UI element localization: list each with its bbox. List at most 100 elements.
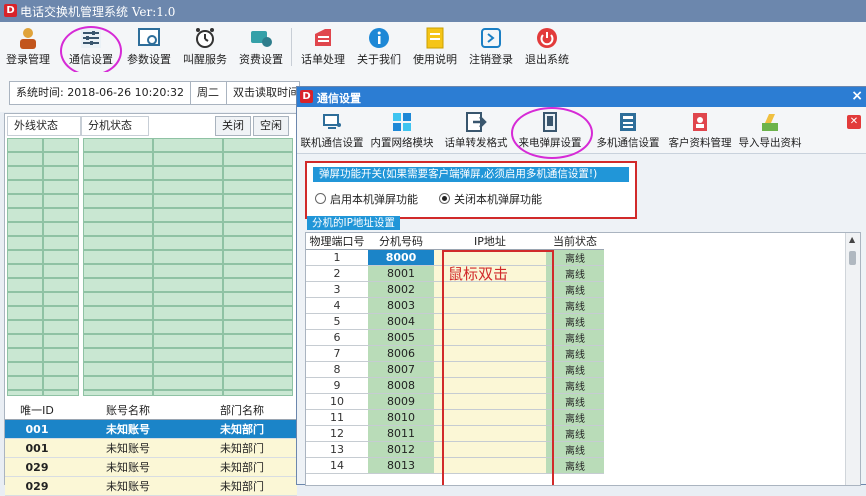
table-row[interactable]: 10 8009 离线 <box>306 393 604 410</box>
online-comm-button[interactable]: 联机通信设置 <box>299 110 365 152</box>
grid-cell <box>224 363 292 375</box>
dialog-toolbar-close-icon[interactable]: ✕ <box>847 115 861 129</box>
logout-label: 注销登录 <box>469 53 513 66</box>
table-row[interactable]: 001 未知账号 未知部门 <box>5 419 297 439</box>
port-cell: 7 <box>306 345 368 362</box>
logout-icon <box>481 28 501 48</box>
grid-cell <box>84 321 152 333</box>
ip-address-cell[interactable] <box>434 345 546 362</box>
grid-cell <box>224 293 292 305</box>
grid-cell <box>224 307 292 319</box>
user-manual-label: 使用说明 <box>413 53 457 66</box>
dialog-close-button[interactable]: × <box>851 88 863 104</box>
incoming-popup-button[interactable]: 来电弹屏设置 <box>515 110 585 152</box>
account-cell: 未知账号 <box>69 438 187 458</box>
left-panel: 外线状态 分机状态 关闭 空闲 唯一ID 账号名称 部门名称 001 未知账号 … <box>4 113 298 496</box>
disable-popup-label: 关闭本机弹屏功能 <box>454 193 542 206</box>
fee-settings-button[interactable]: 资费设置 <box>234 24 288 70</box>
status-cell: 离线 <box>546 249 604 266</box>
ip-address-cell[interactable] <box>434 361 546 378</box>
table-row[interactable]: 9 8008 离线 <box>306 377 604 394</box>
grid-cell <box>44 139 78 151</box>
ip-address-cell[interactable] <box>434 393 546 410</box>
ip-address-cell[interactable] <box>434 377 546 394</box>
settings-window-icon <box>138 28 160 46</box>
extension-cell: 8004 <box>368 313 434 330</box>
grid-cell <box>154 307 222 319</box>
toolbar-divider <box>291 28 292 66</box>
table-row[interactable]: 6 8005 离线 <box>306 329 604 346</box>
ip-address-cell[interactable] <box>434 441 546 458</box>
ip-address-cell[interactable] <box>434 425 546 442</box>
client-data-label: 客户资料管理 <box>668 137 732 149</box>
idle-button[interactable]: 空闲 <box>253 116 289 136</box>
client-data-button[interactable]: 客户资料管理 <box>667 110 733 152</box>
import-export-label: 导入导出资料 <box>738 137 802 149</box>
login-manage-button[interactable]: 登录管理 <box>2 24 54 70</box>
table-row[interactable]: 11 8010 离线 <box>306 409 604 426</box>
grid-cell <box>8 321 42 333</box>
ip-address-cell[interactable] <box>434 297 546 314</box>
scrollbar[interactable]: ▲ <box>845 233 860 485</box>
enable-popup-radio[interactable]: 启用本机弹屏功能 <box>315 191 418 207</box>
close-button[interactable]: 关闭 <box>215 116 251 136</box>
info-icon <box>369 28 389 48</box>
popup-settings-header: 弹屏功能开关(如果需要客户端弹屏,必须启用多机通信设置!) <box>313 167 629 182</box>
grid-cell <box>154 251 222 263</box>
bill-process-button[interactable]: 话单处理 <box>296 24 350 70</box>
grid-cell <box>44 391 78 395</box>
extension-cell: 8007 <box>368 361 434 378</box>
disable-popup-radio[interactable]: 关闭本机弹屏功能 <box>439 191 542 207</box>
ip-address-cell[interactable] <box>434 329 546 346</box>
table-row[interactable]: 029 未知账号 未知部门 <box>5 476 297 496</box>
power-icon <box>537 28 557 48</box>
read-time-hint[interactable]: 双击读取时间 <box>226 81 300 105</box>
ip-address-cell[interactable] <box>434 409 546 426</box>
grid-cell <box>224 153 292 165</box>
param-settings-button[interactable]: 参数设置 <box>122 24 176 70</box>
tab-outside-line[interactable]: 外线状态 <box>7 116 81 136</box>
exit-system-button[interactable]: 退出系统 <box>520 24 574 70</box>
grid-cell <box>224 195 292 207</box>
manual-icon <box>426 27 444 49</box>
table-row[interactable]: 001 未知账号 未知部门 <box>5 438 297 458</box>
id-cell: 029 <box>5 457 69 477</box>
extension-cell: 8000 <box>368 249 434 266</box>
table-row[interactable]: 13 8012 离线 <box>306 441 604 458</box>
scrollbar-thumb[interactable] <box>849 251 856 265</box>
grid-cell <box>224 391 292 395</box>
grid-cell <box>84 167 152 179</box>
grid-cell <box>8 223 42 235</box>
ip-address-cell[interactable] <box>434 457 546 474</box>
user-manual-button[interactable]: 使用说明 <box>408 24 462 70</box>
port-cell: 2 <box>306 265 368 282</box>
import-export-icon <box>762 114 778 131</box>
bill-forward-button[interactable]: 话单转发格式 <box>443 110 509 152</box>
table-row[interactable]: 7 8006 离线 <box>306 345 604 362</box>
multi-machine-button[interactable]: 多机通信设置 <box>593 110 663 152</box>
id-cell: 001 <box>5 438 69 458</box>
client-file-icon <box>693 113 707 131</box>
extension-cell: 8012 <box>368 441 434 458</box>
wakeup-service-button[interactable]: 叫醒服务 <box>178 24 232 70</box>
pc-connect-icon <box>323 114 341 129</box>
table-row[interactable]: 5 8004 离线 <box>306 313 604 330</box>
scroll-up-icon[interactable]: ▲ <box>849 235 855 244</box>
table-row[interactable]: 8 8007 离线 <box>306 361 604 378</box>
import-export-button[interactable]: 导入导出资料 <box>737 110 803 152</box>
weekday: 周二 <box>190 81 230 105</box>
grid-cell <box>224 167 292 179</box>
table-row[interactable]: 4 8003 离线 <box>306 297 604 314</box>
ip-address-cell[interactable] <box>434 313 546 330</box>
table-row[interactable]: 12 8011 离线 <box>306 425 604 442</box>
tab-extension[interactable]: 分机状态 <box>81 116 149 136</box>
about-us-button[interactable]: 关于我们 <box>352 24 406 70</box>
table-row[interactable]: 14 8013 离线 <box>306 457 604 474</box>
double-click-annotation: 鼠标双击 <box>448 265 509 283</box>
table-row[interactable]: 029 未知账号 未知部门 <box>5 457 297 477</box>
grid-cell <box>44 153 78 165</box>
grid-cell <box>224 321 292 333</box>
logout-button[interactable]: 注销登录 <box>464 24 518 70</box>
network-module-button[interactable]: 内置网络模块 <box>369 110 435 152</box>
comm-settings-button[interactable]: 通信设置 <box>64 24 118 70</box>
